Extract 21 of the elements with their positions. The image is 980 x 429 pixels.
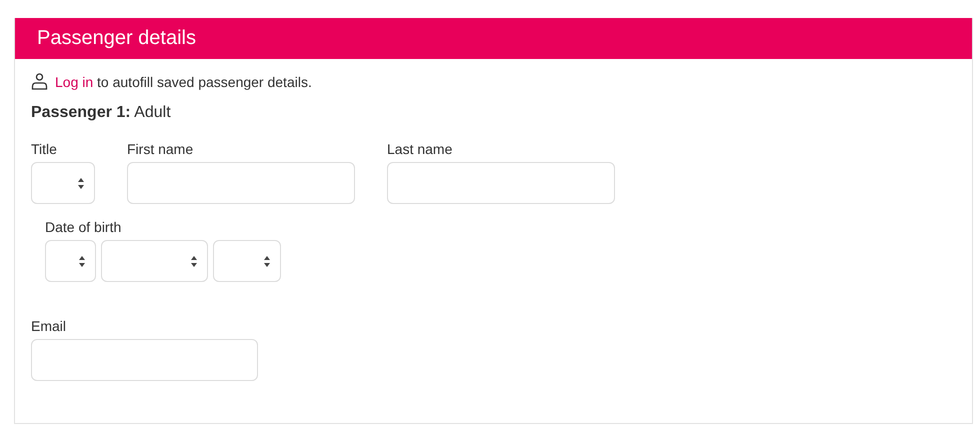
passenger-heading: Passenger 1: Adult — [31, 104, 172, 122]
input-field[interactable] — [127, 162, 355, 204]
sort-caret-icon — [78, 178, 84, 188]
dropdown-select[interactable] — [45, 240, 96, 282]
login-prompt: Log in to autofill saved passenger details. — [55, 74, 312, 90]
login-link[interactable]: Log in — [55, 74, 94, 90]
field-label: First name — [127, 141, 194, 157]
input-field[interactable] — [387, 162, 615, 204]
field-label: Title — [31, 141, 58, 157]
sort-caret-icon — [264, 256, 270, 266]
sort-caret-icon — [79, 256, 85, 266]
field-label: Email — [31, 318, 68, 334]
dropdown-select[interactable] — [101, 240, 208, 282]
panel-title: Passenger details — [37, 27, 196, 50]
dropdown-select[interactable] — [213, 240, 281, 282]
field-label: Last name — [387, 141, 454, 157]
user-icon — [31, 73, 48, 90]
sort-caret-icon — [191, 256, 197, 266]
dropdown-select[interactable] — [31, 162, 95, 204]
field-label: Date of birth — [45, 219, 122, 235]
input-field[interactable] — [31, 339, 258, 381]
